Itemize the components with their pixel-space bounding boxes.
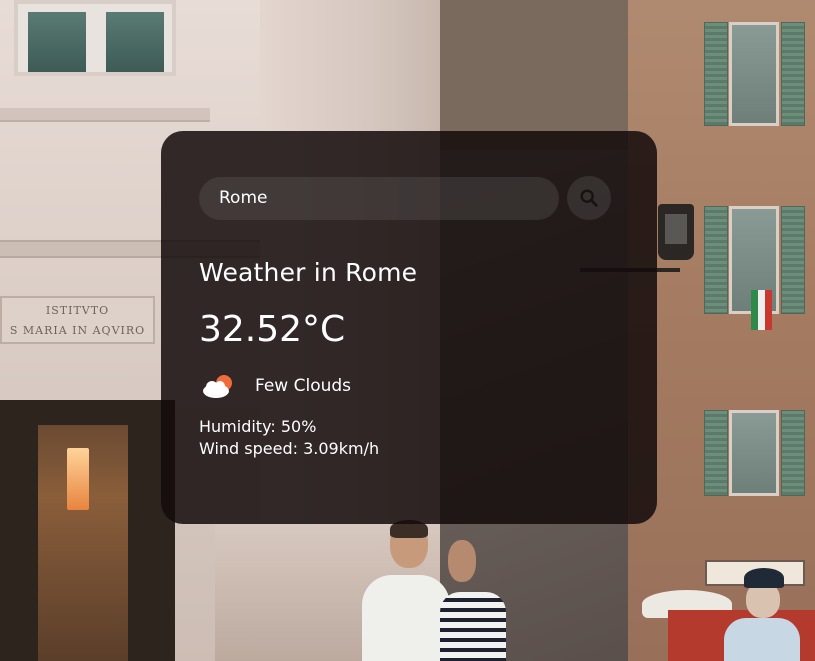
pedestrian-cap (744, 568, 784, 588)
pedestrian-head (448, 540, 476, 582)
city-title: Weather in Rome (199, 258, 418, 287)
pedestrian-body (440, 592, 506, 661)
pedestrian (440, 540, 506, 661)
pedestrian-body (362, 575, 450, 661)
wall-lamp (67, 448, 89, 510)
weather-card: Weather in Rome 32.52°C Few Clouds Humid… (161, 131, 657, 524)
flag-white (758, 290, 765, 330)
wind-speed: Wind speed: 3.09km/h (199, 439, 380, 458)
shutter (781, 410, 805, 496)
shutter (781, 22, 805, 126)
flag-red (765, 290, 772, 330)
humidity: Humidity: 50% (199, 417, 317, 436)
plaque-line-1: ISTITVTO (45, 304, 110, 317)
pedestrian (720, 568, 800, 661)
pedestrian-body (724, 618, 800, 661)
pedestrian (362, 520, 452, 661)
shutter (704, 206, 728, 314)
street-lamp (658, 204, 694, 260)
cornice (0, 108, 210, 122)
search-button[interactable] (567, 176, 611, 220)
temperature: 32.52°C (199, 309, 346, 350)
weather-description: Few Clouds (255, 376, 352, 396)
few-clouds-icon (203, 375, 232, 398)
weather-description-row: Few Clouds (199, 372, 619, 400)
right-window (729, 410, 779, 496)
flag-green (751, 290, 758, 330)
search-icon (580, 189, 598, 207)
right-window (729, 22, 779, 126)
window-pane (106, 12, 164, 72)
shutter (704, 410, 728, 496)
search-bar (199, 176, 619, 220)
plaque-line-2: S MARIA IN AQVIRO (9, 324, 146, 337)
window-pane (28, 12, 86, 72)
upper-window (14, 0, 176, 76)
shutter (781, 206, 805, 314)
building-plaque: ISTITVTO S MARIA IN AQVIRO (0, 296, 155, 344)
search-input[interactable] (199, 176, 559, 220)
shutter (704, 22, 728, 126)
